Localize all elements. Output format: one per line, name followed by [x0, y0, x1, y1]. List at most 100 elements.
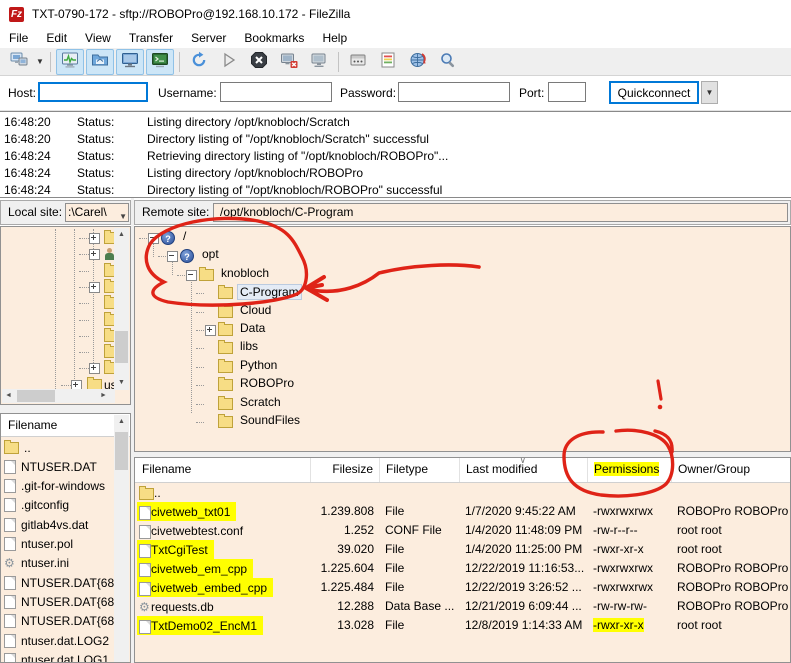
column-separator[interactable] [459, 458, 460, 482]
local-tree-item[interactable] [1, 262, 119, 280]
local-file-row[interactable]: ⚙ ntuser.ini [4, 554, 110, 573]
local-file-row[interactable]: gitlab4vs.dat [4, 515, 110, 534]
remote-tree-item-python[interactable]: Python [135, 358, 785, 375]
column-separator[interactable] [671, 458, 672, 482]
column-header-permissions[interactable]: Permissions [594, 462, 668, 476]
directory-comparison-button[interactable] [374, 49, 402, 75]
local-tree-item[interactable] [1, 311, 119, 329]
column-header-filename[interactable]: Filename [142, 462, 307, 476]
toggle-local-tree-button[interactable] [86, 48, 114, 75]
remote-file-row[interactable]: TxtDemo02_EncM1 13.028 File 12/8/2019 1:14:… [135, 616, 790, 635]
remote-tree-item-libs[interactable]: libs [135, 339, 785, 356]
port-input[interactable] [548, 82, 586, 102]
local-file-row[interactable]: .. [4, 438, 110, 457]
local-filename-column-header[interactable]: Filename [8, 418, 57, 432]
reconnect-button[interactable] [305, 49, 333, 75]
remote-tree-item-robopro[interactable]: ROBOPro [135, 376, 785, 393]
local-file-row[interactable]: NTUSER.DAT{682 [4, 592, 121, 611]
local-tree-item[interactable] [1, 295, 119, 312]
toggle-transfer-queue-button[interactable] [146, 48, 174, 75]
scroll-right-arrow-icon[interactable]: ► [97, 389, 110, 403]
remote-tree-item-soundfiles[interactable]: SoundFiles [135, 413, 785, 430]
quickconnect-button[interactable]: Quickconnect [609, 81, 699, 104]
remote-tree-item-opt[interactable]: ? opt [135, 247, 785, 264]
menu-item-help[interactable]: Help [313, 29, 356, 47]
synchronized-browsing-button[interactable] [404, 49, 432, 75]
local-tree-item[interactable] [1, 230, 119, 247]
local-tree-item[interactable] [1, 278, 119, 296]
remote-file-row[interactable]: civetweb_txt01 1.239.808 File 1/7/2020 9:45… [135, 502, 790, 521]
menu-item-file[interactable]: File [0, 29, 37, 47]
scroll-up-arrow-icon[interactable]: ▲ [114, 228, 129, 242]
refresh-button[interactable] [185, 49, 213, 75]
expander-minus-icon[interactable] [186, 269, 197, 281]
menu-item-transfer[interactable]: Transfer [120, 29, 182, 47]
menu-item-server[interactable]: Server [182, 29, 235, 47]
expander-minus-icon[interactable] [148, 233, 159, 244]
site-manager-button[interactable] [5, 49, 33, 75]
scroll-left-arrow-icon[interactable]: ◄ [2, 389, 15, 403]
remote-file-row[interactable]: ⚙ requests.db 12.288 Data Base ... 12/21/201… [135, 597, 790, 616]
toggle-message-log-button[interactable] [56, 48, 84, 75]
remote-file-row[interactable]: civetwebtest.conf 1.252 CONF File 1/4/2020 … [135, 521, 790, 540]
local-list-vscroll-thumb[interactable] [115, 432, 128, 470]
local-file-row[interactable]: ntuser.pol [4, 535, 110, 554]
local-tree-item[interactable] [1, 246, 115, 263]
menu-item-view[interactable]: View [76, 29, 120, 47]
column-header-filesize[interactable]: Filesize [317, 462, 373, 476]
expander-plus-icon[interactable] [89, 281, 100, 293]
expander-plus-icon[interactable] [89, 233, 100, 244]
remote-tree-item-cloud[interactable]: Cloud [135, 303, 785, 320]
menu-item-edit[interactable]: Edit [37, 29, 76, 47]
remote-tree-item-cprogram[interactable]: C-Program [135, 284, 785, 301]
host-input[interactable] [38, 82, 148, 102]
expander-plus-icon[interactable] [205, 325, 216, 336]
scroll-down-arrow-icon[interactable]: ▼ [114, 376, 129, 390]
toggle-remote-tree-button[interactable] [116, 48, 144, 75]
process-queue-button[interactable] [215, 49, 243, 75]
remote-tree-item-[interactable]: ? / [135, 229, 785, 246]
remote-file-row[interactable]: civetweb_em_cpp 1.225.604 File 12/22/2019 1… [135, 559, 790, 578]
cancel-button[interactable] [245, 49, 273, 75]
menu-item-bookmarks[interactable]: Bookmarks [235, 29, 313, 47]
local-file-row[interactable]: NTUSER.DAT{682 [4, 612, 121, 631]
remote-file-row[interactable]: .. [135, 483, 790, 502]
local-tree-hscroll-thumb[interactable] [17, 390, 55, 402]
scroll-up-arrow-icon[interactable]: ▲ [114, 415, 129, 429]
find-files-button[interactable] [434, 49, 462, 75]
local-file-row[interactable]: .gitconfig [4, 496, 110, 515]
remote-tree-item-scratch[interactable]: Scratch [135, 395, 785, 412]
local-file-row[interactable]: ntuser.dat.LOG2 [4, 631, 110, 650]
column-separator[interactable] [310, 458, 311, 482]
local-site-combobox[interactable]: :\Carel\ ▼ [65, 203, 129, 222]
site-manager-dropdown-button[interactable]: ▼ [34, 50, 46, 74]
chevron-down-icon[interactable]: ▼ [119, 208, 127, 221]
disconnect-button[interactable] [275, 49, 303, 75]
local-tree-vscrollbar[interactable] [114, 228, 129, 390]
remote-tree-item-knobloch[interactable]: knobloch [135, 266, 785, 283]
password-input[interactable] [398, 82, 510, 102]
quickconnect-dropdown-button[interactable]: ▼ [701, 81, 718, 104]
expander-plus-icon[interactable] [89, 249, 100, 261]
local-tree-item[interactable] [1, 327, 119, 345]
local-tree-item[interactable] [1, 344, 119, 361]
column-separator[interactable] [587, 458, 588, 482]
local-file-row[interactable]: ntuser.dat.LOG1 [4, 650, 110, 662]
username-input[interactable] [220, 82, 332, 102]
local-file-row[interactable]: .git-for-windows [4, 477, 110, 496]
local-file-row[interactable]: NTUSER.DAT [4, 457, 110, 476]
remote-tree-item-data[interactable]: Data [135, 321, 785, 338]
column-separator[interactable] [379, 458, 380, 482]
expander-plus-icon[interactable] [89, 363, 100, 375]
remote-file-row[interactable]: civetweb_embed_cpp 1.225.484 File 12/22/201… [135, 578, 790, 597]
local-file-row[interactable]: NTUSER.DAT{682 [4, 573, 121, 592]
local-horizontal-splitter[interactable] [0, 405, 131, 413]
local-tree-item[interactable] [1, 360, 119, 377]
expander-minus-icon[interactable] [167, 251, 178, 263]
remote-file-row[interactable]: TxtCgiTest 39.020 File 1/4/2020 11:25:00 PM… [135, 540, 790, 559]
column-header-ownergroup[interactable]: Owner/Group [678, 462, 787, 476]
column-header-filetype[interactable]: Filetype [386, 462, 455, 476]
local-tree-vscroll-thumb[interactable] [115, 331, 128, 363]
filename-filters-button[interactable] [344, 49, 372, 75]
remote-site-path-field[interactable]: /opt/knobloch/C-Program [213, 203, 788, 222]
